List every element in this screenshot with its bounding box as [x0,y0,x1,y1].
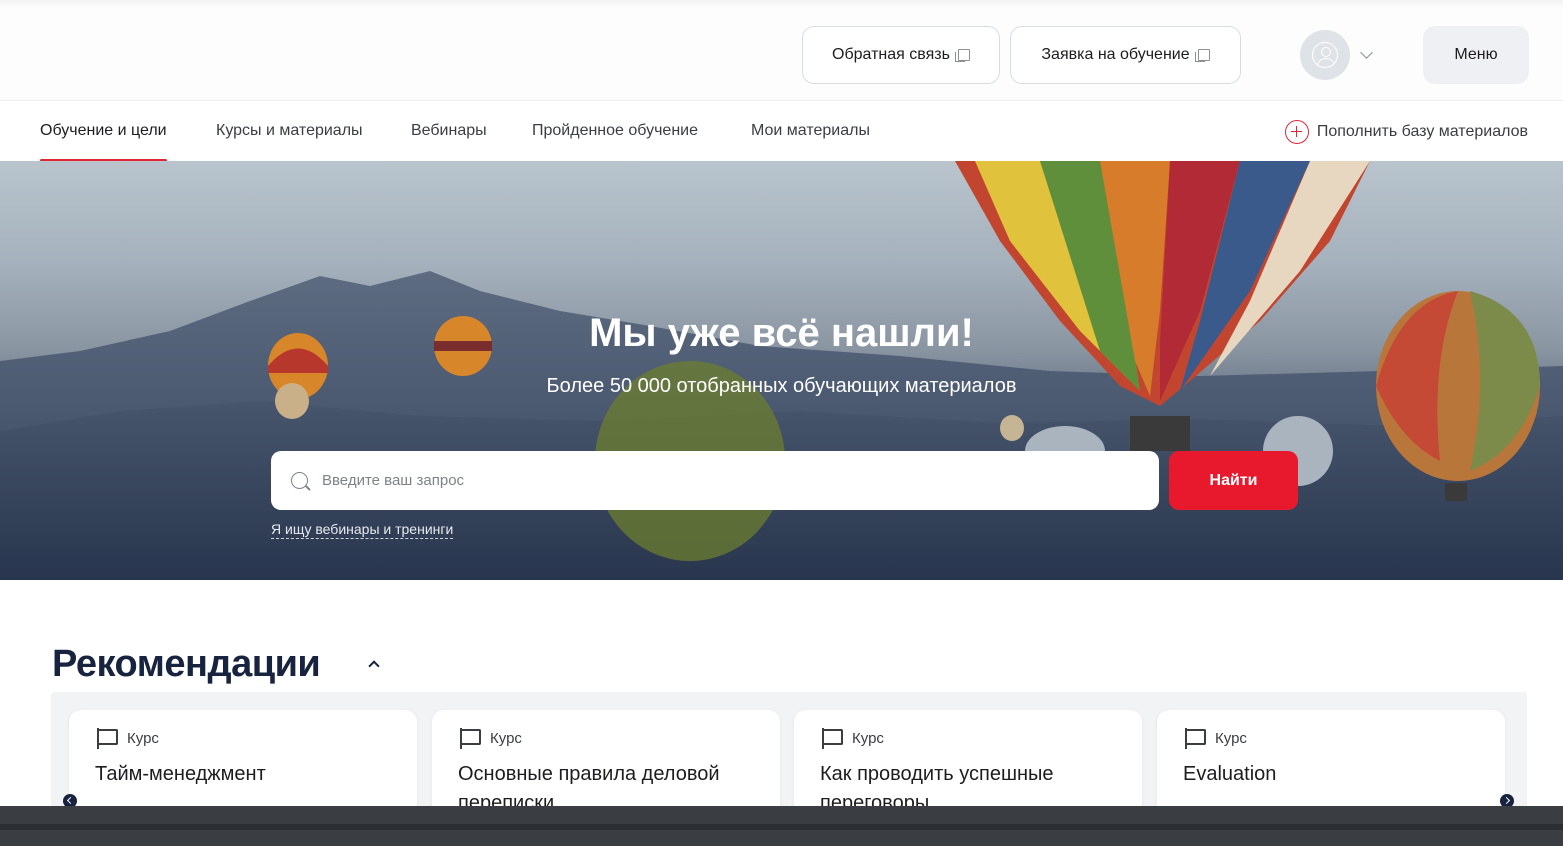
feedback-button-label: Обратная связь [832,46,950,63]
feedback-button[interactable]: Обратная связь [802,26,1000,84]
chevron-down-icon[interactable] [1360,46,1373,59]
card-type: Курс [95,727,159,749]
card-type: Курс [820,727,884,749]
bottom-bar-divider [0,824,1563,830]
recommendations-title: Рекомендации [52,643,321,685]
hero-subtitle: Более 50 000 отобранных обучающих матери… [546,375,1017,397]
tab-webinars[interactable]: Вебинары [411,101,487,162]
card-type-label: Курс [1215,729,1247,747]
training-request-button[interactable]: Заявка на обучение [1010,26,1241,84]
card-type-label: Курс [490,729,522,747]
add-materials-label: Пополнить базу материалов [1316,122,1528,140]
course-card[interactable]: Курс Как проводить успешные переговоры [794,710,1142,812]
hero-banner: Мы уже всё нашли! Более 50 000 отобранны… [0,161,1563,580]
top-header: Обратная связь Заявка на обучение Меню [0,0,1563,100]
search-box[interactable] [271,451,1159,510]
menu-button-label: Меню [1454,46,1498,63]
user-icon [1312,42,1338,68]
hero-background-image [0,161,1563,580]
flag-icon [820,727,844,749]
card-type-label: Курс [127,729,159,747]
add-materials-link[interactable]: Пополнить базу материалов [1284,101,1528,162]
external-link-icon [1194,49,1210,62]
card-type: Курс [458,727,522,749]
recommendations-carousel: Курс Тайм-менеджмент Курс Основные прави… [51,692,1527,812]
card-title: Основные правила деловой переписки [458,763,720,812]
flag-icon [458,727,482,749]
hero-title: Мы уже всё нашли! [589,311,974,355]
course-card[interactable]: Курс Тайм-менеджмент [69,710,417,812]
card-title: Evaluation [1183,763,1277,785]
card-type: Курс [1183,727,1247,749]
main-nav: Обучение и цели Курсы и материалы Вебина… [0,100,1563,162]
tab-my-materials[interactable]: Мои материалы [751,101,870,162]
training-request-button-label: Заявка на обучение [1041,46,1190,63]
collapse-caret-icon[interactable] [368,660,380,672]
card-title: Как проводить успешные переговоры [820,763,1054,812]
avatar[interactable] [1300,30,1350,80]
header-top-strip [0,0,1563,8]
flag-icon [95,727,119,749]
search-input[interactable] [322,472,1122,489]
plus-circle-icon [1284,119,1309,144]
tab-courses-materials[interactable]: Курсы и материалы [216,101,363,162]
menu-button[interactable]: Меню [1423,26,1529,84]
tab-completed-training[interactable]: Пройденное обучение [532,101,698,162]
find-button[interactable]: Найти [1169,451,1298,510]
card-title: Тайм-менеджмент [95,763,266,785]
course-card[interactable]: Курс Evaluation [1157,710,1505,812]
webinars-trainings-link[interactable]: Я ищу вебинары и тренинги [271,521,454,539]
flag-icon [1183,727,1207,749]
search-icon [291,472,308,489]
tab-learning-goals[interactable]: Обучение и цели [40,101,167,162]
card-type-label: Курс [852,729,884,747]
external-link-icon [954,49,970,62]
course-card[interactable]: Курс Основные правила деловой переписки [432,710,780,812]
